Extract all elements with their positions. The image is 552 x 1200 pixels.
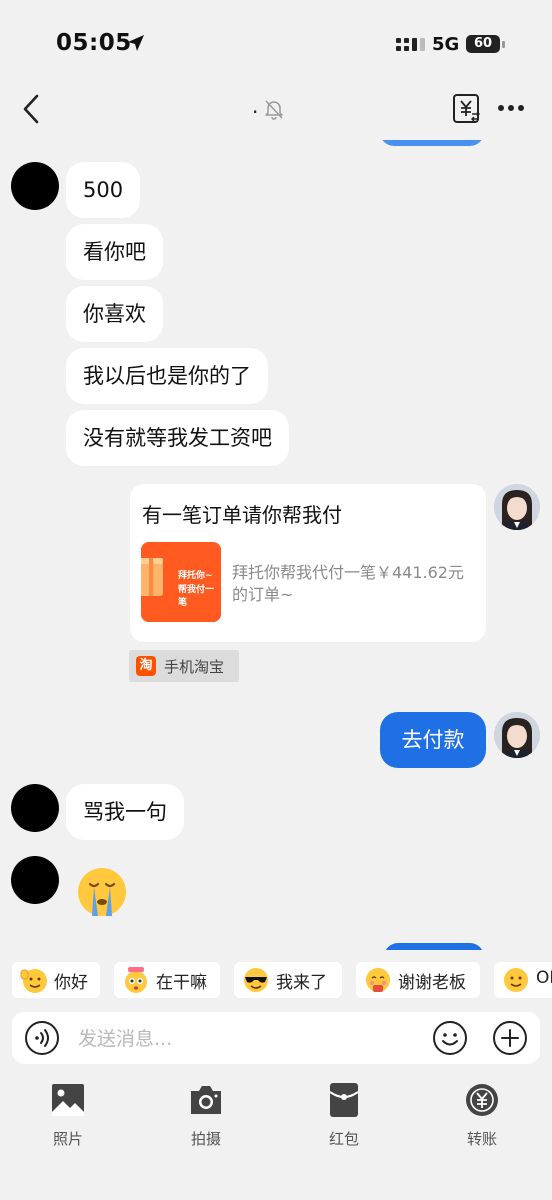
girl-avatar-icon xyxy=(494,484,540,530)
quick-reply-chip[interactable]: 你好 xyxy=(12,962,100,998)
go-pay-message[interactable]: 去付款 xyxy=(380,712,486,768)
photo-label: 照片 xyxy=(52,1130,83,1148)
curious-emoji-icon xyxy=(125,967,147,993)
quick-reply-label: OK xyxy=(536,968,552,988)
red-packet-button[interactable]: 红包 xyxy=(304,1078,384,1158)
message-bubble[interactable]: 没有就等我发工资吧 xyxy=(66,410,289,466)
message-input[interactable] xyxy=(78,1026,408,1052)
photo-icon xyxy=(52,1084,84,1116)
battery-tip xyxy=(502,41,505,48)
chat-header: . xyxy=(0,80,552,140)
back-arrow-icon[interactable] xyxy=(18,92,44,126)
camera-icon xyxy=(191,1086,221,1114)
quick-reply-chip[interactable]: OK xyxy=(494,962,552,998)
message-bubble[interactable]: 看你吧 xyxy=(66,224,163,280)
thumbnail-text: 帮我付一笔 xyxy=(178,585,215,608)
red-packet-icon xyxy=(329,1083,359,1117)
source-tag-taobao[interactable]: 淘 手机淘宝 xyxy=(129,650,239,682)
contact-avatar[interactable] xyxy=(11,784,59,832)
add-more-icon[interactable] xyxy=(492,1020,528,1056)
ok-emoji-icon xyxy=(504,968,528,992)
message-bubble[interactable]: 骂我一句 xyxy=(66,784,184,840)
more-options-icon[interactable] xyxy=(496,96,526,120)
order-card-title: 有一笔订单请你帮我付 xyxy=(142,503,342,527)
taobao-icon: 淘 xyxy=(136,656,156,676)
transfer-label: 转账 xyxy=(466,1130,497,1148)
battery-level: 60 xyxy=(466,35,500,53)
camera-label: 拍摄 xyxy=(190,1130,221,1148)
signal-icon xyxy=(396,38,425,51)
source-label: 手机淘宝 xyxy=(164,658,225,676)
red-packet-label: 红包 xyxy=(328,1130,359,1148)
message-bubble[interactable]: 500 xyxy=(66,162,141,218)
quick-reply-chip[interactable]: 谢谢老板 xyxy=(356,962,480,998)
payment-yen-icon[interactable] xyxy=(452,93,482,125)
transfer-yen-icon xyxy=(466,1084,498,1116)
contact-avatar[interactable] xyxy=(11,856,59,904)
emoji-picker-icon[interactable] xyxy=(432,1020,468,1056)
previous-message-bubble xyxy=(380,140,484,146)
status-time: 05:05 xyxy=(56,30,132,56)
message-list[interactable]: 500 看你吧 你喜欢 我以后也是你的了 没有就等我发工资吧 有一笔订单请你帮我… xyxy=(0,140,552,950)
voice-input-icon[interactable] xyxy=(24,1020,60,1056)
waving-emoji-icon xyxy=(20,969,47,993)
quick-reply-label: 谢谢老板 xyxy=(398,973,466,993)
mute-bell-icon xyxy=(265,100,283,120)
message-input-bar xyxy=(12,1012,540,1064)
quick-reply-label: 你好 xyxy=(54,973,88,993)
message-bubble[interactable]: 我以后也是你的了 xyxy=(66,348,268,404)
quick-reply-bar: 你好 在干嘛 我来了 谢谢老板 O xyxy=(0,958,552,1002)
contact-avatar[interactable] xyxy=(11,162,59,210)
crying-emoji-icon[interactable] xyxy=(76,866,128,918)
girl-avatar-icon xyxy=(494,712,540,758)
my-avatar[interactable] xyxy=(494,712,540,758)
quick-reply-chip[interactable]: 我来了 xyxy=(234,962,342,998)
my-avatar[interactable] xyxy=(494,484,540,530)
sunglasses-emoji-icon xyxy=(244,968,268,992)
chat-title: . xyxy=(252,94,259,118)
order-thumbnail: 拜托你~ 帮我付一笔 xyxy=(141,542,221,622)
quick-reply-label: 在干嘛 xyxy=(156,973,207,993)
message-bubble[interactable]: 你喜欢 xyxy=(66,286,163,342)
network-type: 5G xyxy=(432,34,460,55)
attachment-toolbar: 照片 拍摄 红包 转账 xyxy=(0,1078,552,1158)
camera-button[interactable]: 拍摄 xyxy=(166,1078,246,1158)
order-payment-card[interactable]: 有一笔订单请你帮我付 拜托你~ 帮我付一笔 拜托你帮我代付一笔￥441.62元的… xyxy=(130,484,486,642)
status-bar: 05:05 5G 60 xyxy=(0,0,552,90)
order-description: 拜托你帮我代付一笔￥441.62元的订单~ xyxy=(232,563,464,604)
next-message-bubble xyxy=(384,943,484,950)
quick-reply-label: 我来了 xyxy=(276,973,327,993)
location-arrow-icon xyxy=(128,35,144,51)
transfer-button[interactable]: 转账 xyxy=(442,1078,522,1158)
photo-button[interactable]: 照片 xyxy=(28,1078,108,1158)
thanks-emoji-icon xyxy=(366,968,390,992)
quick-reply-chip[interactable]: 在干嘛 xyxy=(114,962,220,998)
thumbnail-text: 拜托你~ xyxy=(178,571,213,581)
